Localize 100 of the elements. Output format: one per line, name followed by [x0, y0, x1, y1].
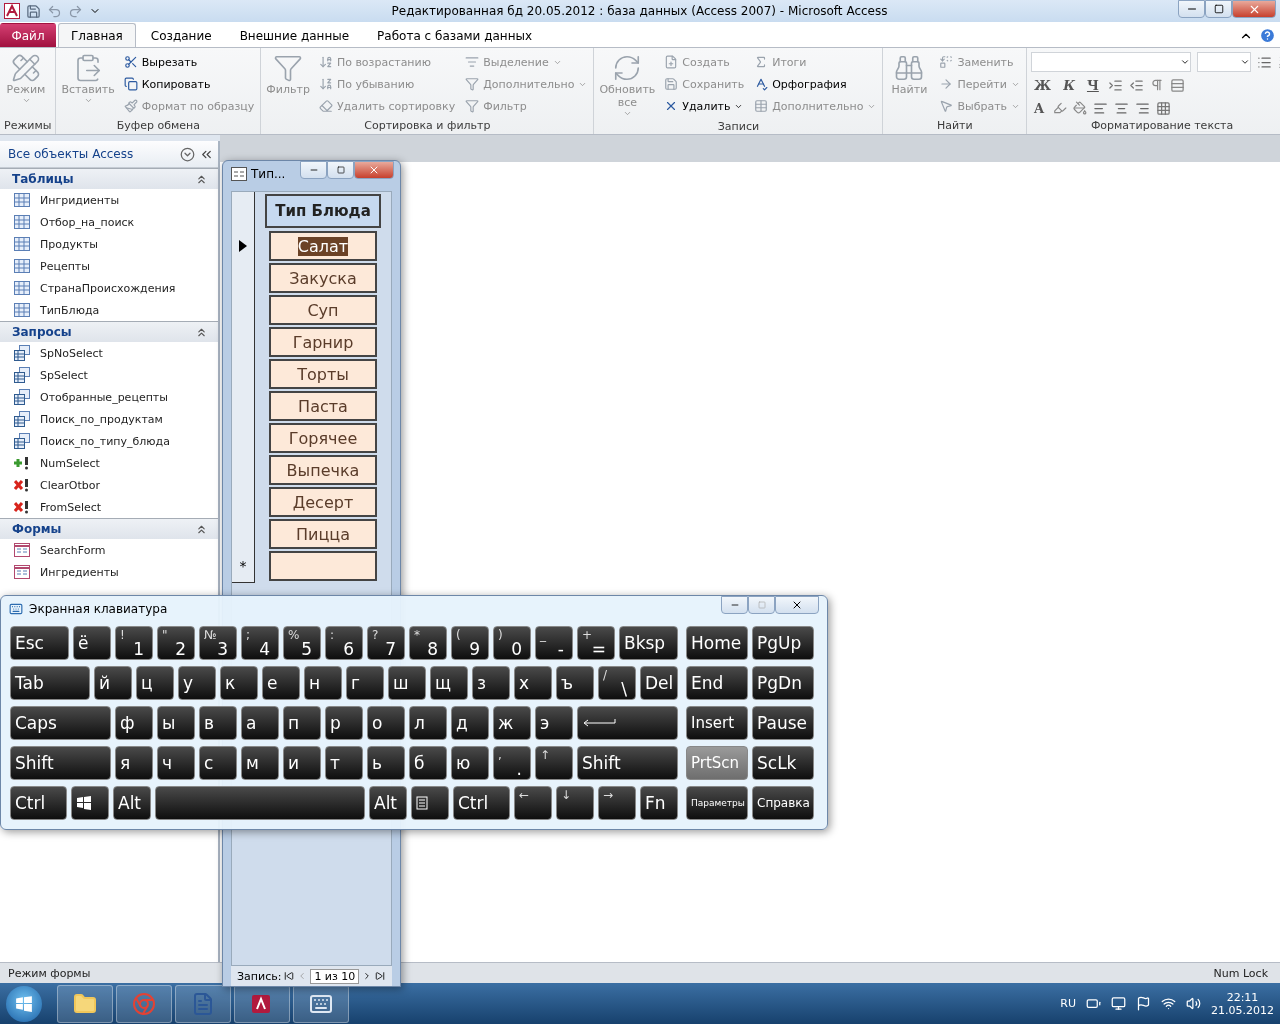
keyboard-key[interactable]: щ	[430, 666, 468, 700]
keyboard-key[interactable]: PgDn	[752, 666, 814, 700]
keyboard-key[interactable]: № 3	[199, 626, 237, 660]
keyboard-key[interactable]: е	[262, 666, 300, 700]
record-field[interactable]: Торты	[269, 359, 377, 389]
navigation-item[interactable]: SpNoSelect	[40, 346, 103, 360]
keyboard-key[interactable]: PrtScn	[686, 746, 748, 780]
ribbon-button[interactable]: Орфография	[752, 73, 879, 95]
last-record-icon[interactable]	[375, 971, 386, 981]
keyboard-key[interactable]: м	[241, 746, 279, 780]
keyboard-key[interactable]: ч	[157, 746, 195, 780]
clock-time[interactable]: 22:11	[1226, 990, 1259, 1004]
taskbar-button[interactable]	[57, 984, 113, 1023]
first-record-icon[interactable]	[284, 971, 295, 981]
ribbon-button[interactable]: Удалить	[662, 95, 747, 117]
navigation-item[interactable]: Ингридиенты	[40, 193, 120, 207]
font-color-button[interactable]: A	[1031, 100, 1048, 116]
ribbon-tab[interactable]: Внешние данные	[226, 23, 363, 47]
keyboard-key[interactable]: г	[346, 666, 384, 700]
ribbon-tab[interactable]: Работа с базами данных	[364, 23, 546, 47]
keyboard-key[interactable]: Shift	[577, 746, 678, 780]
keyboard-key[interactable]: ←	[514, 786, 552, 820]
ribbon-button[interactable]: Копировать	[121, 73, 257, 95]
navigation-item[interactable]: ClearOtbor	[40, 478, 100, 492]
keyboard-key[interactable]	[411, 786, 449, 820]
keyboard-key[interactable]: ф	[115, 706, 153, 740]
record-field[interactable]: Пицца	[269, 519, 377, 549]
keyboard-key[interactable]: к	[220, 666, 258, 700]
keyboard-key[interactable]: PgUp	[752, 626, 814, 660]
keyboard-key[interactable]: Caps	[10, 706, 111, 740]
keyboard-key[interactable]: ь	[367, 746, 405, 780]
record-selector[interactable]: *	[232, 549, 255, 583]
navigation-item[interactable]: Рецепты	[40, 259, 90, 273]
keyboard-key[interactable]: Del	[640, 666, 678, 700]
keyboard-key[interactable]: Esc	[10, 626, 69, 660]
battery-icon[interactable]	[1086, 996, 1101, 1011]
keyboard-key[interactable]: ъ	[556, 666, 594, 700]
keyboard-key[interactable]: о	[367, 706, 405, 740]
grid-icon[interactable]	[1156, 100, 1172, 116]
restore-button[interactable]	[1205, 0, 1232, 18]
keyboard-key[interactable]: ц	[136, 666, 174, 700]
keyboard-key[interactable]: % 5	[283, 626, 321, 660]
navigation-item[interactable]: Поиск_по_продуктам	[40, 412, 163, 426]
keyboard-key[interactable]: Home	[686, 626, 748, 660]
record-field[interactable]: Десерт	[269, 487, 377, 517]
keyboard-key[interactable]: ↑	[535, 746, 573, 780]
keyboard-key[interactable]: у	[178, 666, 216, 700]
keyboard-key[interactable]: н	[304, 666, 342, 700]
keyboard-key[interactable]: Справка	[752, 786, 814, 820]
section-title[interactable]: Запросы	[12, 325, 195, 339]
record-field[interactable]: Гарнир	[269, 327, 377, 357]
keyboard-key[interactable]: Shift	[10, 746, 111, 780]
taskbar-button[interactable]	[116, 984, 172, 1023]
font-style-button[interactable]: К	[1060, 77, 1078, 93]
minimize-button[interactable]	[1178, 0, 1205, 18]
save-icon[interactable]	[26, 3, 41, 19]
record-field[interactable]: Выпечка	[269, 455, 377, 485]
keyboard-key[interactable]: х	[514, 666, 552, 700]
clock-date[interactable]: 21.05.2012	[1211, 1003, 1274, 1017]
start-button[interactable]	[6, 985, 42, 1022]
taskbar-button[interactable]	[234, 984, 290, 1023]
keyboard-key[interactable]: Alt	[113, 786, 151, 820]
keyboard-key[interactable]: ! 1	[115, 626, 153, 660]
keyboard-key[interactable]: Fn	[640, 786, 678, 820]
keyboard-key[interactable]: ? 7	[367, 626, 405, 660]
navigation-pane-title[interactable]: Все объекты Access	[8, 147, 176, 161]
navigation-item[interactable]: СтранаПроисхождения	[40, 281, 176, 295]
navigation-item[interactable]: Ингредиенты	[40, 565, 119, 579]
navigation-item[interactable]: SearchForm	[40, 543, 106, 557]
keyboard-key[interactable]: Параметры	[686, 786, 748, 820]
keyboard-key[interactable]: →	[598, 786, 636, 820]
indent-increase-icon[interactable]	[1107, 77, 1123, 93]
help-icon[interactable]	[1259, 27, 1276, 44]
keyboard-key[interactable]: End	[686, 666, 748, 700]
navigation-item[interactable]: Поиск_по_типу_блюда	[40, 434, 170, 448]
record-field[interactable]: Суп	[269, 295, 377, 325]
navigation-item[interactable]: NumSelect	[40, 456, 100, 470]
keyboard-key[interactable]: с	[199, 746, 237, 780]
keyboard-key[interactable]: ) 0	[493, 626, 531, 660]
keyboard-key[interactable]: + =	[577, 626, 615, 660]
navigation-item[interactable]: Отобранные_рецепты	[40, 390, 168, 404]
font-style-button[interactable]: Ж	[1031, 77, 1055, 93]
keyboard-key[interactable]: в	[199, 706, 237, 740]
keyboard-key[interactable]: ю	[451, 746, 489, 780]
keyboard-key[interactable]: ↓	[556, 786, 594, 820]
keyboard-key[interactable]: б	[409, 746, 447, 780]
keyboard-key[interactable]: э	[535, 706, 573, 740]
keyboard-key[interactable]: * 8	[409, 626, 447, 660]
keyboard-key[interactable]	[71, 786, 109, 820]
font-name-field[interactable]	[1031, 52, 1192, 72]
space-key[interactable]	[155, 786, 365, 820]
navigation-item[interactable]: SpSelect	[40, 368, 88, 382]
keyboard-key[interactable]: ё	[73, 626, 111, 660]
record-field[interactable]: Паста	[269, 391, 377, 421]
keyboard-key[interactable]: " 2	[157, 626, 195, 660]
ribbon-tab[interactable]: Главная	[58, 23, 136, 47]
section-title[interactable]: Формы	[12, 522, 195, 536]
keyboard-key[interactable]: и	[283, 746, 321, 780]
indent-decrease-icon[interactable]	[1128, 77, 1144, 93]
align-left-icon[interactable]	[1093, 100, 1109, 116]
